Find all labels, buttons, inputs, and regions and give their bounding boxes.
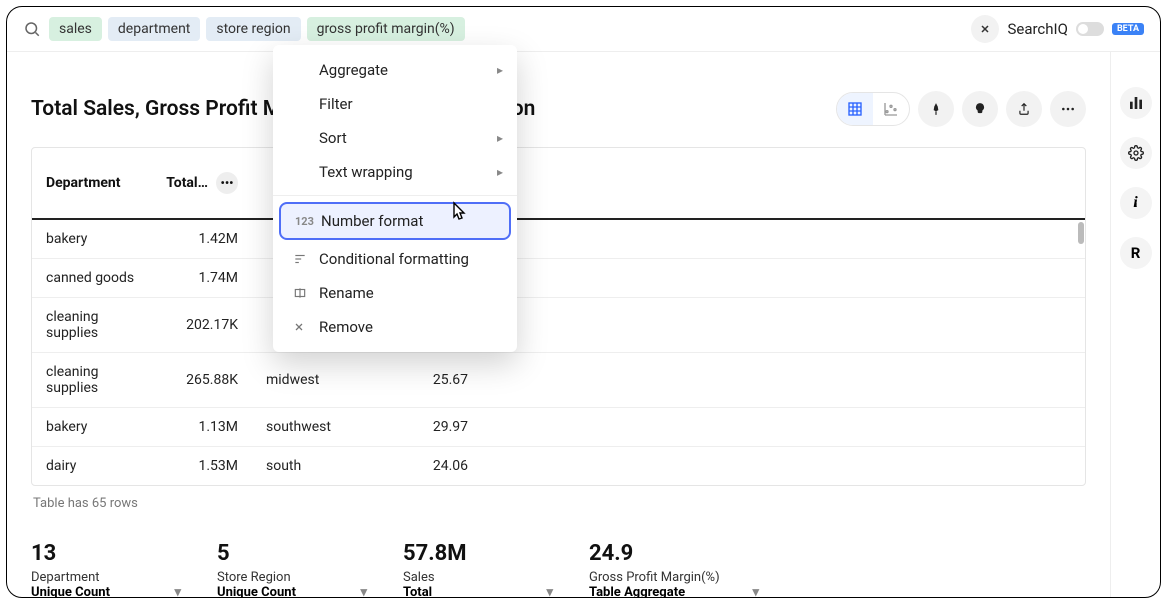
rail-info-icon[interactable]: i: [1120, 187, 1152, 219]
scrollbar-thumb[interactable]: [1078, 222, 1084, 244]
menu-sort[interactable]: Sort ▸: [273, 121, 517, 155]
menu-rename[interactable]: Rename: [273, 276, 517, 310]
table-row[interactable]: cleaning supplies265.88Kmidwest25.67: [32, 353, 1085, 408]
rail-settings-icon[interactable]: [1120, 137, 1152, 169]
menu-remove[interactable]: Remove: [273, 310, 517, 344]
column-context-menu: Aggregate ▸ Filter Sort ▸ Text wrapping …: [273, 45, 517, 352]
menu-aggregate[interactable]: Aggregate ▸: [273, 53, 517, 87]
rail-r-icon[interactable]: R: [1120, 237, 1152, 269]
pin-button[interactable]: [918, 91, 954, 127]
chevron-down-icon: ▾: [752, 585, 759, 598]
share-button[interactable]: [1006, 91, 1042, 127]
table-row[interactable]: bakery1.42M: [32, 219, 1085, 259]
viz-toolbar: [836, 91, 1086, 127]
pill-gross-profit-margin[interactable]: gross profit margin(%): [307, 17, 465, 41]
summary-sales[interactable]: 57.8M Sales Total▾: [403, 541, 553, 598]
table-row-count: Table has 65 rows: [7, 486, 1110, 511]
data-table: Department Total… ••• bakery1.42M: [31, 147, 1086, 486]
chevron-right-icon: ▸: [497, 131, 503, 145]
searchiq-toggle[interactable]: [1076, 22, 1104, 36]
number-icon: 123: [295, 215, 321, 228]
table-row[interactable]: bakery1.13Msouthwest29.97: [32, 408, 1085, 447]
table-body: bakery1.42M canned goods1.74M cleaning s…: [32, 219, 1085, 485]
view-toggle: [836, 92, 910, 126]
searchiq-label: SearchIQ: [1007, 20, 1067, 38]
menu-filter[interactable]: Filter: [273, 87, 517, 121]
summary-store-region[interactable]: 5 Store Region Unique Count▾: [217, 541, 367, 598]
summary-gross-profit[interactable]: 24.9 Gross Profit Margin(%) Table Aggreg…: [589, 541, 759, 598]
chart-view-toggle[interactable]: [873, 93, 909, 125]
rename-icon: [293, 286, 319, 300]
chevron-right-icon: ▸: [497, 63, 503, 77]
chevron-down-icon: ▾: [546, 585, 553, 598]
right-rail: i R: [1110, 51, 1160, 597]
search-icon: [23, 20, 41, 38]
more-menu-button[interactable]: [1050, 91, 1086, 127]
beta-badge: BETA: [1112, 23, 1144, 35]
insights-button[interactable]: [962, 91, 998, 127]
conditional-format-icon: [293, 252, 319, 266]
pill-store-region[interactable]: store region: [206, 17, 300, 41]
search-bar: sales department store region gross prof…: [7, 7, 1160, 52]
menu-conditional-formatting[interactable]: Conditional formatting: [273, 242, 517, 276]
summary-department[interactable]: 13 Department Unique Count▾: [31, 541, 181, 598]
menu-number-format[interactable]: 123 Number format: [279, 202, 511, 240]
clear-search-button[interactable]: [971, 15, 999, 43]
pill-department[interactable]: department: [108, 17, 200, 41]
table-row[interactable]: canned goods1.74M: [32, 259, 1085, 298]
chevron-down-icon: ▾: [360, 585, 367, 598]
col-department[interactable]: Department: [32, 148, 152, 219]
table-view-toggle[interactable]: [837, 93, 873, 125]
main-content: Total Sales, Gross Profit Margin ion: [7, 51, 1110, 597]
remove-icon: [293, 321, 319, 333]
column-more-icon[interactable]: •••: [216, 172, 238, 194]
pill-sales[interactable]: sales: [49, 17, 102, 41]
menu-text-wrapping[interactable]: Text wrapping ▸: [273, 155, 517, 189]
rail-chart-icon[interactable]: [1120, 87, 1152, 119]
chevron-down-icon: ▾: [174, 585, 181, 598]
col-total[interactable]: Total… •••: [152, 148, 252, 219]
search-pills: sales department store region gross prof…: [49, 17, 963, 41]
table-row[interactable]: cleaning supplies202.17K: [32, 298, 1085, 353]
summary-row: 13 Department Unique Count▾ 5 Store Regi…: [7, 511, 1110, 598]
table-row[interactable]: dairy1.53Msouth24.06: [32, 447, 1085, 486]
chevron-right-icon: ▸: [497, 165, 503, 179]
